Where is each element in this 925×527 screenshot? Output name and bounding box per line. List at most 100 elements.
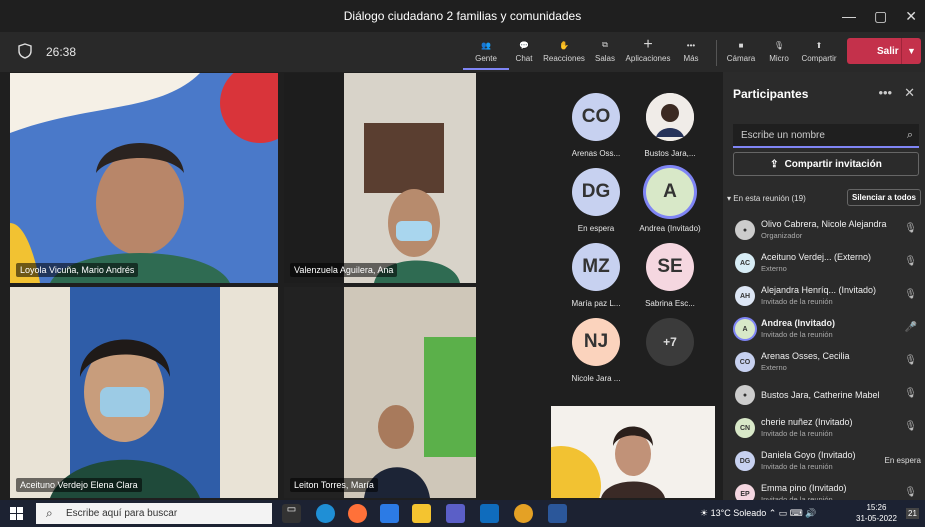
reactions-button[interactable]: ✋ Reacciones bbox=[541, 36, 587, 70]
rooms-button[interactable]: ⧉ Salas bbox=[582, 36, 628, 70]
avatar: A bbox=[735, 319, 755, 339]
avatar: CN bbox=[735, 418, 755, 438]
share-invite-button[interactable]: ⇪ Compartir invitación bbox=[733, 152, 919, 176]
clock-date: 31-05-2022 bbox=[856, 514, 897, 523]
participant-row[interactable]: ● Olivo Cabrera, Nicole Alejandra Organi… bbox=[723, 215, 925, 248]
avatar-name: Sabrina Esc... bbox=[645, 299, 695, 308]
file-explorer-icon[interactable] bbox=[412, 504, 431, 523]
taskbar-clock[interactable]: 15:26 31-05-2022 bbox=[856, 502, 897, 524]
weather-widget[interactable]: ☀ 13°C Soleado ⌃ ▭ ⌨ 🔊 bbox=[700, 508, 816, 519]
apps-label: Aplicaciones bbox=[625, 54, 671, 63]
zoom-icon[interactable] bbox=[380, 504, 399, 523]
firefox-icon[interactable] bbox=[348, 504, 367, 523]
chevron-down-icon[interactable]: ▼ bbox=[901, 38, 921, 64]
mic-off-icon: 🎙 bbox=[904, 355, 917, 366]
teams-icon[interactable] bbox=[446, 504, 465, 523]
camera-label: Cámara bbox=[726, 54, 756, 63]
video-name: Loyola Vicuña, Mario Andrés bbox=[16, 263, 139, 277]
edge-icon[interactable] bbox=[316, 504, 335, 523]
video-feed-4 bbox=[284, 287, 476, 498]
participant-name: Andrea (Invitado) bbox=[761, 318, 836, 328]
participant-avatar[interactable]: Bustos Jara,... bbox=[635, 93, 705, 158]
participant-row[interactable]: AH Alejandra Henríq... (Invitado) Invita… bbox=[723, 281, 925, 314]
participant-avatar[interactable]: SE Sabrina Esc... bbox=[635, 243, 705, 308]
avatar: A bbox=[646, 168, 694, 216]
task-view-icon[interactable]: ▭ bbox=[282, 504, 301, 523]
avatar: MZ bbox=[572, 243, 620, 291]
panel-title: Participantes bbox=[733, 87, 809, 101]
participant-role: Invitado de la reunión bbox=[761, 462, 833, 471]
mic-off-icon: 🎙 bbox=[904, 388, 917, 399]
more-options-icon[interactable]: ••• bbox=[878, 85, 892, 101]
share-button[interactable]: ⬆ Compartir bbox=[796, 36, 842, 70]
video-tile[interactable]: Leiton Torres, María bbox=[284, 287, 476, 498]
in-meeting-header[interactable]: ▾ En esta reunión (19) bbox=[727, 194, 806, 203]
leave-button[interactable]: Salir ▼ bbox=[847, 38, 921, 64]
participants-panel: Participantes ••• ✕ Escribe un nombre ⌕ … bbox=[723, 72, 925, 504]
video-name: Valenzuela Aguilera, Ana bbox=[290, 263, 398, 277]
participant-role: Invitado de la reunión bbox=[761, 297, 833, 306]
video-tile[interactable]: Valenzuela Aguilera, Ana bbox=[284, 73, 476, 283]
meeting-toolbar: 26:38 👥 Gente 💬 Chat ✋ Reacciones ⧉ Sala… bbox=[0, 32, 925, 72]
avatar-name: Nicole Jara ... bbox=[571, 374, 621, 383]
chat-icon: 💬 bbox=[519, 40, 529, 50]
participant-row[interactable]: A Andrea (Invitado) Invitado de la reuni… bbox=[723, 314, 925, 347]
close-panel-icon[interactable]: ✕ bbox=[904, 85, 915, 101]
participant-role: Externo bbox=[761, 264, 787, 273]
word-icon[interactable] bbox=[548, 504, 567, 523]
participant-search-input[interactable]: Escribe un nombre ⌕ bbox=[733, 124, 919, 148]
participant-row[interactable]: CO Arenas Osses, Cecilia Externo 🎙 bbox=[723, 347, 925, 380]
self-video-feed bbox=[551, 406, 715, 498]
in-meeting-count: En esta reunión (19) bbox=[733, 194, 806, 203]
participant-role: Invitado de la reunión bbox=[761, 330, 833, 339]
rooms-icon: ⧉ bbox=[602, 40, 608, 49]
taskbar-search-input[interactable]: ⌕ Escribe aquí para buscar bbox=[36, 503, 272, 524]
avatar: SE bbox=[646, 243, 694, 291]
participant-name: Daniela Goyo (Invitado) bbox=[761, 450, 856, 460]
avatar-name: Bustos Jara,... bbox=[644, 149, 696, 158]
search-icon: ⌕ bbox=[46, 506, 53, 520]
participant-avatar[interactable]: MZ María paz L... bbox=[561, 243, 631, 308]
participant-row[interactable]: ● Bustos Jara, Catherine Mabel 🎙 bbox=[723, 380, 925, 413]
more-participants-button[interactable]: +7 bbox=[635, 318, 705, 366]
maximize-icon[interactable]: ▢ bbox=[874, 8, 887, 25]
outlook-icon[interactable] bbox=[480, 504, 499, 523]
apps-button[interactable]: + Aplicaciones bbox=[625, 36, 671, 70]
leave-label: Salir bbox=[877, 45, 899, 57]
toolbar-divider bbox=[716, 40, 717, 66]
meeting-timer: 26:38 bbox=[46, 45, 77, 59]
avatar-photo: ● bbox=[735, 385, 755, 405]
search-icon: ⌕ bbox=[906, 129, 913, 141]
people-label: Gente bbox=[475, 54, 497, 63]
mic-label: Micro bbox=[769, 54, 789, 63]
close-icon[interactable]: ✕ bbox=[905, 8, 917, 25]
video-name: Aceituno Verdejo Elena Clara bbox=[16, 478, 142, 492]
avatar-name: Arenas Oss... bbox=[571, 149, 621, 158]
video-tile[interactable]: Aceituno Verdejo Elena Clara bbox=[10, 287, 278, 498]
minimize-icon[interactable]: — bbox=[842, 8, 856, 24]
participant-row[interactable]: DG Daniela Goyo (Invitado) Invitado de l… bbox=[723, 446, 925, 479]
video-feed-2 bbox=[284, 73, 476, 283]
video-feed-3 bbox=[10, 287, 278, 498]
weather-text: 13°C Soleado bbox=[710, 508, 767, 518]
avatar: CO bbox=[572, 93, 620, 141]
mic-off-icon: 🎙 bbox=[904, 223, 917, 234]
participant-avatar[interactable]: NJ Nicole Jara ... bbox=[561, 318, 631, 383]
participant-name: Aceituno Verdej... (Externo) bbox=[761, 252, 872, 262]
share-icon: ⬆ bbox=[815, 40, 823, 50]
video-tile[interactable]: Loyola Vicuña, Mario Andrés bbox=[10, 73, 278, 283]
people-icon: 👥 bbox=[481, 40, 491, 50]
participant-avatar[interactable]: A Andrea (Invitado) bbox=[635, 168, 705, 233]
participant-row[interactable]: AC Aceituno Verdej... (Externo) Externo … bbox=[723, 248, 925, 281]
participant-list: ● Olivo Cabrera, Nicole Alejandra Organi… bbox=[723, 215, 925, 512]
mic-off-icon: 🎙 bbox=[773, 40, 785, 50]
notification-badge[interactable]: 21 bbox=[906, 508, 919, 519]
chrome-icon[interactable] bbox=[514, 504, 533, 523]
participant-row[interactable]: CN cherie nuñez (Invitado) Invitado de l… bbox=[723, 413, 925, 446]
windows-start-icon[interactable] bbox=[10, 507, 23, 520]
more-button[interactable]: ••• Más bbox=[668, 36, 714, 70]
mute-all-button[interactable]: Silenciar a todos bbox=[847, 189, 921, 206]
shield-icon bbox=[18, 43, 32, 59]
participant-avatar[interactable]: DG En espera bbox=[561, 168, 631, 233]
participant-avatar[interactable]: CO Arenas Oss... bbox=[561, 93, 631, 158]
